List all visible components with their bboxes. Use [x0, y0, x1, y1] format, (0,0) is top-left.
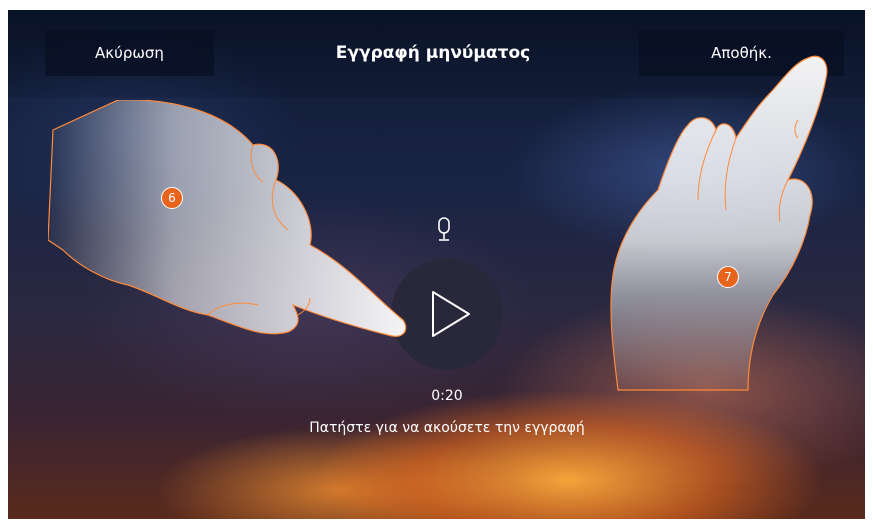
callout-badge-7: 7 — [717, 266, 739, 288]
microphone-icon — [434, 216, 454, 244]
cancel-button[interactable]: Ακύρωση — [45, 30, 214, 76]
callout-badge-6: 6 — [161, 187, 183, 209]
recording-time: 0:20 — [431, 388, 463, 404]
right-hand-illustration — [610, 55, 828, 391]
left-hand-illustration — [48, 100, 407, 337]
device-screen: Ακύρωση Εγγραφή μηνύματος Αποθήκ. 0:20 Π… — [8, 10, 865, 519]
playback-hint: Πατήστε για να ακούσετε την εγγραφή — [309, 420, 585, 436]
page-title: Εγγραφή μηνύματος — [335, 43, 531, 63]
